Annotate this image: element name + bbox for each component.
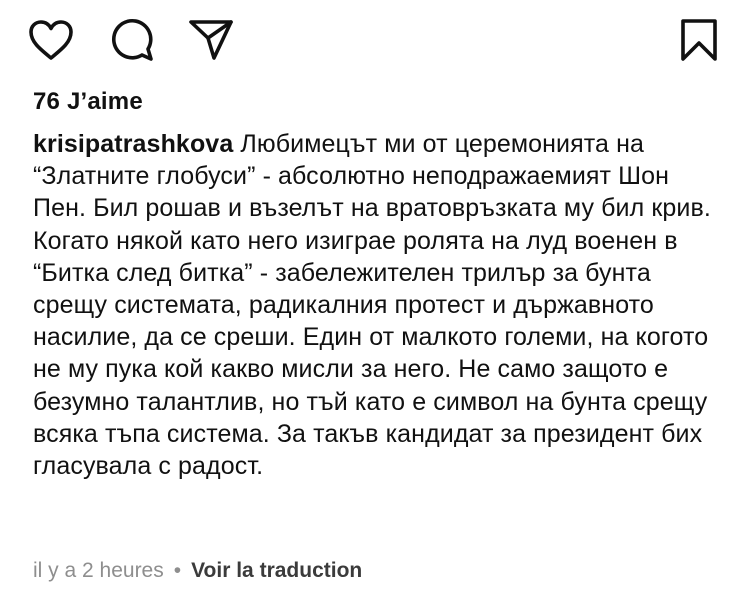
comment-icon[interactable] — [106, 16, 156, 64]
post-meta: il y a 2 heures • Voir la traduction — [33, 559, 362, 583]
meta-separator: • — [173, 559, 182, 582]
post-caption: krisipatrashkova Любимецът ми от церемон… — [33, 128, 723, 482]
caption-text: Любимецът ми от церемонията на “Златните… — [33, 130, 711, 481]
post-timestamp[interactable]: il y a 2 heures — [33, 559, 164, 583]
paper-plane-icon[interactable] — [186, 16, 236, 64]
likes-count[interactable]: 76 J’aime — [33, 88, 143, 116]
heart-icon[interactable] — [26, 16, 76, 64]
see-translation-button[interactable]: Voir la traduction — [191, 559, 362, 583]
username-link[interactable]: krisipatrashkova — [33, 130, 233, 158]
action-bar — [26, 16, 724, 64]
post-details: 76 J’aime krisipatrashkova Любимецът ми … — [0, 0, 750, 603]
bookmark-icon[interactable] — [674, 16, 724, 64]
action-bar-left — [26, 16, 236, 64]
